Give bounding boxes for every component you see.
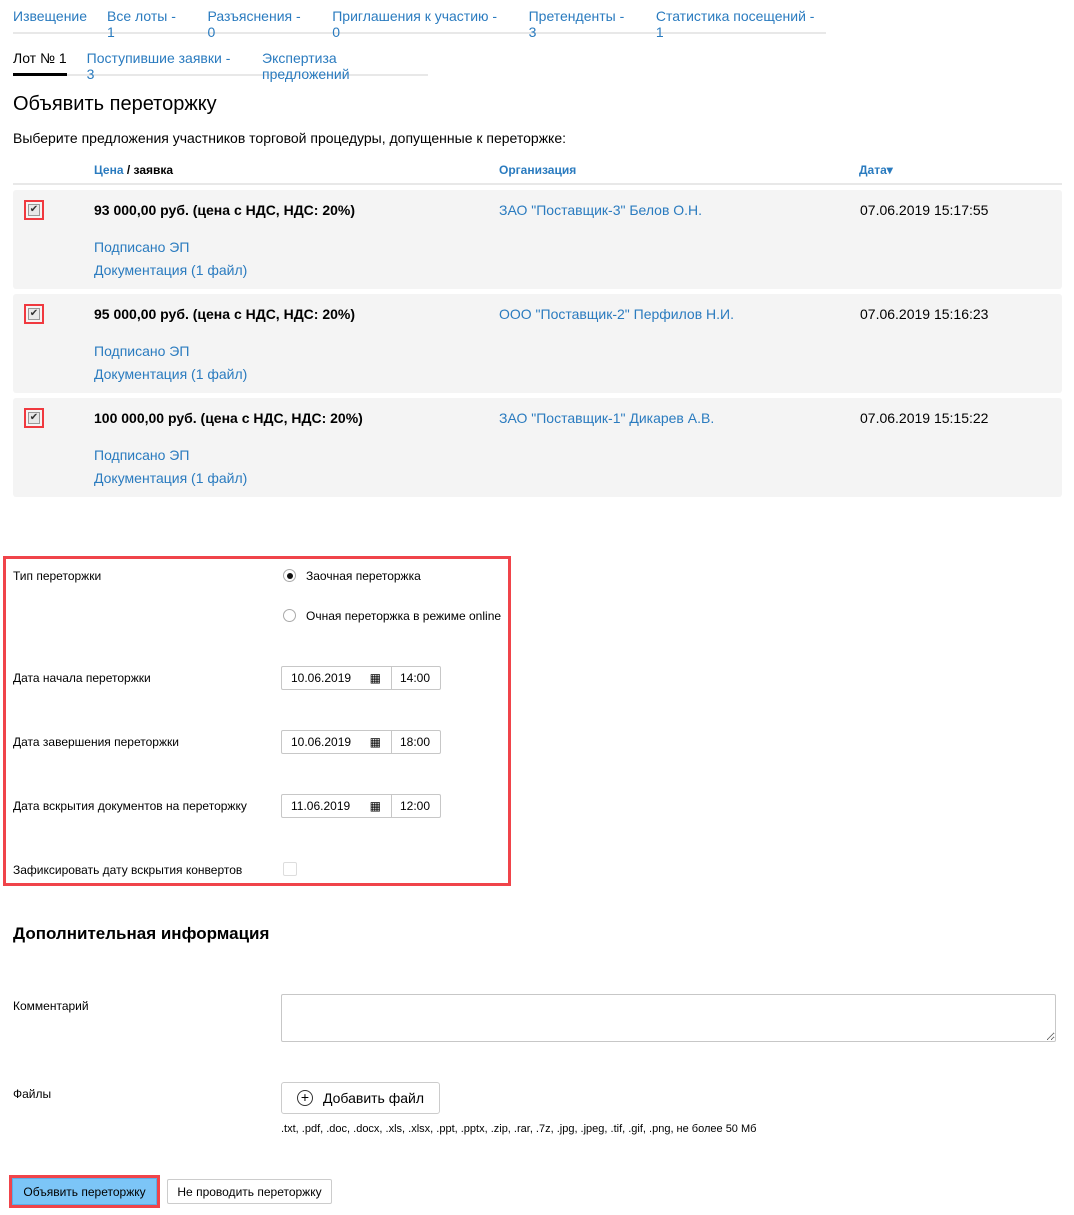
divider — [13, 183, 1062, 185]
top-nav: Извещение Все лоты - 1 Разъяснения - 0 П… — [13, 8, 826, 40]
tab-received-bids[interactable]: Поступившие заявки - 3 — [87, 50, 242, 82]
calendar-icon[interactable]: ▦ — [370, 671, 381, 685]
start-label: Дата начала переторжки — [13, 671, 151, 685]
col-date-header[interactable]: Дата▾ — [859, 163, 893, 177]
table-row: ✔ 93 000,00 руб. (цена с НДС, НДС: 20%) … — [13, 190, 1062, 289]
extra-info-title: Дополнительная информация — [13, 924, 270, 943]
sort-date[interactable]: Дата — [859, 163, 887, 177]
radio-correspondence-label[interactable]: Заочная переторжка — [306, 569, 421, 583]
intro-text: Выберите предложения участников торговой… — [13, 130, 567, 146]
bid-date: 07.06.2019 15:17:55 — [860, 202, 989, 218]
signed-link[interactable]: Подписано ЭП — [94, 343, 189, 359]
open-time-input[interactable]: 12:00 — [392, 795, 440, 817]
calendar-icon[interactable]: ▦ — [370, 799, 381, 813]
col-bid-label: / заявка — [123, 163, 174, 177]
sub-nav: Лот № 1 Поступившие заявки - 3 Экспертиз… — [13, 50, 428, 82]
tab-lot-1[interactable]: Лот № 1 — [13, 50, 67, 76]
fix-date-checkbox[interactable] — [283, 862, 297, 876]
tab-invitations[interactable]: Приглашения к участию - 0 — [332, 8, 508, 40]
bid-price: 93 000,00 руб. (цена с НДС, НДС: 20%) — [94, 202, 356, 218]
tab-notice[interactable]: Извещение — [13, 8, 87, 32]
table-row: ✔ 95 000,00 руб. (цена с НДС, НДС: 20%) … — [13, 294, 1062, 393]
end-time-input[interactable]: 18:00 — [392, 731, 440, 753]
col-org-header[interactable]: Организация — [499, 163, 576, 177]
submit-highlight: Объявить переторжку — [9, 1175, 160, 1208]
open-date-value: 11.06.2019 — [291, 799, 351, 813]
fix-label: Зафиксировать дату вскрытия конвертов — [13, 863, 243, 877]
radio-online-label[interactable]: Очная переторжка в режиме online — [306, 609, 501, 623]
start-date-value: 10.06.2019 — [291, 671, 352, 685]
files-label: Файлы — [13, 1087, 52, 1101]
table-row: ✔ 100 000,00 руб. (цена с НДС, НДС: 20%)… — [13, 398, 1062, 497]
add-file-button[interactable]: + Добавить файл — [281, 1082, 440, 1114]
documents-link[interactable]: Документация (1 файл) — [94, 366, 247, 382]
check-icon: ✔ — [28, 204, 40, 216]
start-date-input[interactable]: 10.06.2019 ▦ — [282, 667, 392, 689]
radio-online[interactable] — [283, 609, 296, 622]
tab-all-lots[interactable]: Все лоты - 1 — [107, 8, 187, 40]
check-icon: ✔ — [28, 308, 40, 320]
bid-date: 07.06.2019 15:15:22 — [860, 410, 989, 426]
start-time-input[interactable]: 14:00 — [392, 667, 440, 689]
bid-date: 07.06.2019 15:16:23 — [860, 306, 989, 322]
row-checkbox[interactable]: ✔ — [24, 304, 44, 324]
organization-link[interactable]: ЗАО "Поставщик-1" Дикарев А.В. — [499, 410, 714, 426]
documents-link[interactable]: Документация (1 файл) — [94, 262, 247, 278]
no-retrade-button[interactable]: Не проводить переторжку — [167, 1179, 332, 1204]
end-label: Дата завершения переторжки — [13, 735, 179, 749]
end-date-value: 10.06.2019 — [291, 735, 352, 749]
plus-circle-icon: + — [296, 1090, 313, 1106]
organization-link[interactable]: ЗАО "Поставщик-3" Белов О.Н. — [499, 202, 702, 218]
allowed-extensions: .txt, .pdf, .doc, .docx, .xls, .xlsx, .p… — [281, 1123, 757, 1135]
end-date-input[interactable]: 10.06.2019 ▦ — [282, 731, 392, 753]
signed-link[interactable]: Подписано ЭП — [94, 447, 189, 463]
tab-expertise[interactable]: Экспертиза предложений — [262, 50, 428, 82]
col-price-header: Цена / заявка — [94, 163, 173, 177]
page-title: Объявить переторжку — [13, 93, 217, 115]
add-file-label: Добавить файл — [322, 1090, 425, 1106]
retrade-form-highlight — [3, 556, 511, 886]
signed-link[interactable]: Подписано ЭП — [94, 239, 189, 255]
open-datetime: 11.06.2019 ▦ 12:00 — [281, 794, 441, 818]
tab-visit-stats[interactable]: Статистика посещений - 1 — [656, 8, 826, 40]
documents-link[interactable]: Документация (1 файл) — [94, 470, 247, 486]
radio-correspondence[interactable] — [283, 569, 296, 582]
organization-link[interactable]: ООО "Поставщик-2" Перфилов Н.И. — [499, 306, 734, 322]
row-checkbox[interactable]: ✔ — [24, 200, 44, 220]
sort-price[interactable]: Цена — [94, 163, 124, 177]
comment-input[interactable] — [281, 994, 1056, 1042]
type-label: Тип переторжки — [13, 569, 102, 583]
end-datetime: 10.06.2019 ▦ 18:00 — [281, 730, 441, 754]
bid-price: 95 000,00 руб. (цена с НДС, НДС: 20%) — [94, 306, 356, 322]
tab-clarifications[interactable]: Разъяснения - 0 — [208, 8, 313, 40]
tab-applicants[interactable]: Претенденты - 3 — [529, 8, 636, 40]
row-checkbox[interactable]: ✔ — [24, 408, 44, 428]
calendar-icon[interactable]: ▦ — [370, 735, 381, 749]
comment-label: Комментарий — [13, 999, 89, 1013]
announce-retrade-button[interactable]: Объявить переторжку — [12, 1178, 157, 1205]
sort-desc-icon: ▾ — [886, 163, 893, 177]
start-datetime: 10.06.2019 ▦ 14:00 — [281, 666, 441, 690]
open-date-input[interactable]: 11.06.2019 ▦ — [282, 795, 392, 817]
check-icon: ✔ — [28, 412, 40, 424]
open-label: Дата вскрытия документов на переторжку — [13, 799, 247, 813]
bid-price: 100 000,00 руб. (цена с НДС, НДС: 20%) — [94, 410, 363, 426]
